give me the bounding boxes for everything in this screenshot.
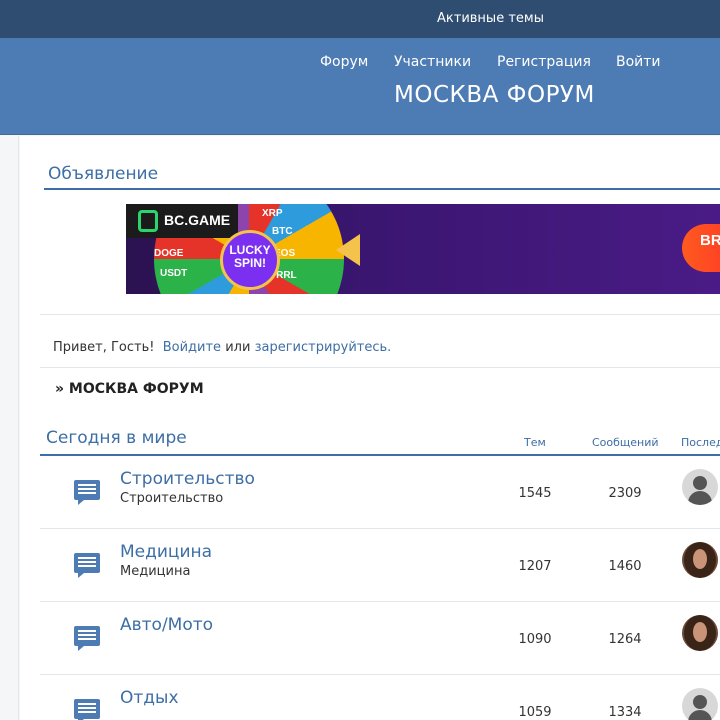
forum-topic-count: 1545 [518,486,552,501]
breadcrumb[interactable]: » МОСКВА ФОРУМ [55,381,204,397]
login-link[interactable]: Войдите [163,340,221,355]
forum-icon [74,699,100,720]
forum-post-count: 1460 [608,559,642,574]
forum-row: Отдых 1059 1334 [40,675,720,720]
forum-description: Медицина [120,564,191,579]
forum-post-count: 1334 [608,705,642,720]
forum-title[interactable]: Авто/Мото [120,615,213,635]
forum-title[interactable]: Строительство [120,469,255,489]
logo-mark-icon [138,210,158,232]
forum-icon [74,480,100,505]
avatar[interactable] [682,469,718,505]
top-bar: Активные темы [0,0,720,38]
forum-title[interactable]: Медицина [120,542,212,562]
greeting-suffix: . [387,340,392,355]
left-strip [0,136,19,720]
banner-cta-text: BR [700,232,720,249]
forum-topic-count: 1090 [518,632,552,647]
divider [40,367,720,368]
coin-label: DOGE [154,248,184,259]
forum-topic-count: 1207 [518,559,552,574]
forum-post-count: 1264 [608,632,642,647]
announcement-title: Объявление [48,164,159,184]
site-title[interactable]: МОСКВА ФОРУМ [394,82,595,108]
spin-hub-text: LUCKY SPIN! [229,243,271,270]
banner-logo: BC.GAME [126,204,238,238]
col-posts-header: Сообщений [592,436,659,449]
greeting-or: или [225,340,251,355]
forum-row: Медицина Медицина 1207 1460 [40,529,720,602]
forum-icon [74,553,100,578]
avatar[interactable] [682,542,718,578]
divider [40,314,720,315]
col-topics-header: Тем [524,436,546,449]
forum-row: Строительство Строительство 1545 2309 [40,456,720,529]
forum-icon [74,626,100,651]
avatar[interactable] [682,615,718,651]
nav-register[interactable]: Регистрация [497,54,591,70]
coin-label: BTC [272,226,293,237]
greeting-text: Привет, Гость! [53,340,155,355]
site-header: Форум Участники Регистрация Войти МОСКВА… [0,38,720,135]
wheel-pointer-icon [336,234,360,266]
guest-greeting: Привет, Гость! Войдите или зарегистрируй… [53,340,391,355]
avatar[interactable] [682,688,718,720]
banner-logo-text: BC.GAME [164,212,231,228]
register-link[interactable]: зарегистрируйтесь [255,340,388,355]
coin-label: USDT [160,268,188,279]
nav-members[interactable]: Участники [394,54,471,70]
nav-login[interactable]: Войти [616,54,661,70]
col-last-header: Послед [681,436,720,449]
ad-banner[interactable]: BC.GAME XRP BTC DOGE EOS USDT TRRL LUCKY… [126,204,720,294]
forum-post-count: 2309 [608,486,642,501]
announcement-divider [44,188,720,190]
forum-topic-count: 1059 [518,705,552,720]
active-topics-link[interactable]: Активные темы [437,11,544,26]
coin-label: XRP [262,208,283,219]
forum-description: Строительство [120,491,224,506]
forum-row: Авто/Мото 1090 1264 [40,602,720,675]
forum-title[interactable]: Отдых [120,688,179,708]
nav-forum[interactable]: Форум [320,54,368,70]
category-title[interactable]: Сегодня в мире [46,428,187,448]
